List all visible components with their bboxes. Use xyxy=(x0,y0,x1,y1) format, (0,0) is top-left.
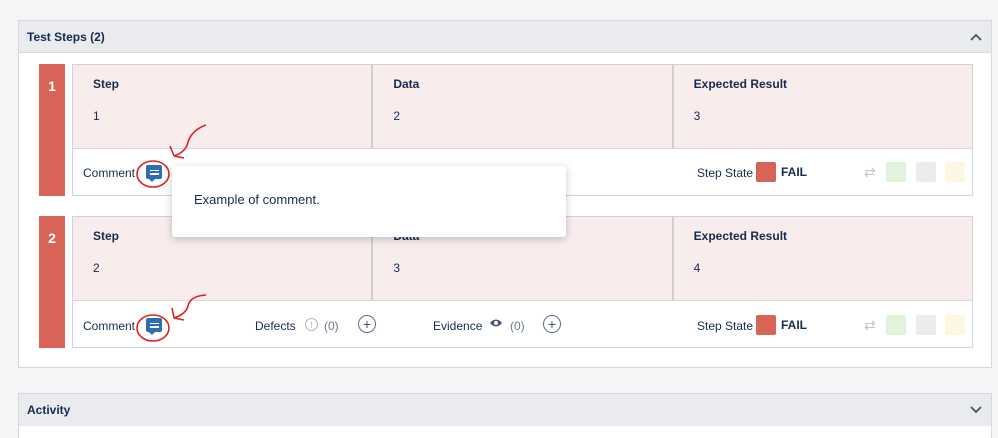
todo-button[interactable] xyxy=(916,315,936,335)
pass-button[interactable] xyxy=(886,315,906,335)
swap-icon[interactable]: ⇄ xyxy=(864,317,876,334)
evidence-label: Evidence xyxy=(433,319,483,333)
annotation-arrow-2 xyxy=(136,294,207,342)
pass-button[interactable] xyxy=(886,162,906,182)
activity-title: Activity xyxy=(27,403,71,417)
expected-cell[interactable]: Expected Result 4 xyxy=(674,217,972,300)
expected-header: Expected Result xyxy=(693,77,788,91)
todo-button[interactable] xyxy=(916,162,936,182)
executing-button[interactable] xyxy=(945,162,965,182)
warning-icon: ! xyxy=(305,318,318,331)
step-state-dropdown[interactable]: FAIL xyxy=(756,162,807,182)
chevron-up-icon[interactable] xyxy=(969,30,983,44)
data-cell[interactable]: Data 2 xyxy=(373,65,674,148)
eye-icon xyxy=(489,318,503,328)
comment-label: Comment xyxy=(83,319,136,333)
swap-icon[interactable]: ⇄ xyxy=(864,164,876,181)
executing-button[interactable] xyxy=(945,315,965,335)
defects-count: (0) xyxy=(324,319,339,333)
activity-header[interactable]: Activity xyxy=(19,394,991,426)
add-evidence-button[interactable]: + xyxy=(543,315,561,333)
step-state-label: Step State xyxy=(697,166,754,180)
step-state-value: FAIL xyxy=(781,165,807,179)
step-state-dropdown[interactable]: FAIL xyxy=(756,315,807,335)
tooltip-text: Example of comment. xyxy=(194,192,320,207)
data-header: Data xyxy=(393,77,420,91)
test-steps-title: Test Steps (2) xyxy=(27,29,105,44)
expected-cell[interactable]: Expected Result 3 xyxy=(674,65,972,148)
evidence-count: (0) xyxy=(510,319,525,333)
expected-value: 3 xyxy=(693,109,701,123)
activity-panel: Activity xyxy=(18,393,992,438)
step-state-label: Step State xyxy=(697,319,754,333)
step-value: 2 xyxy=(93,261,100,275)
comment-label: Comment xyxy=(83,166,136,180)
add-defect-button[interactable]: + xyxy=(358,315,376,333)
data-value: 2 xyxy=(393,109,401,123)
fail-color-swatch xyxy=(756,315,776,335)
expected-header: Expected Result xyxy=(693,229,788,243)
defects-label: Defects xyxy=(255,319,296,333)
fail-color-swatch xyxy=(756,162,776,182)
test-steps-header[interactable]: Test Steps (2) xyxy=(19,21,991,53)
step-header: Step xyxy=(93,77,120,91)
chevron-down-icon[interactable] xyxy=(969,403,983,417)
expected-value: 4 xyxy=(693,261,701,275)
step-number: 1 xyxy=(39,64,65,196)
step-state-value: FAIL xyxy=(781,318,807,332)
comment-tooltip: Example of comment. xyxy=(172,166,566,237)
step-number: 2 xyxy=(39,216,65,348)
step-cell[interactable]: Step 1 xyxy=(73,65,374,148)
data-value: 3 xyxy=(393,261,401,275)
